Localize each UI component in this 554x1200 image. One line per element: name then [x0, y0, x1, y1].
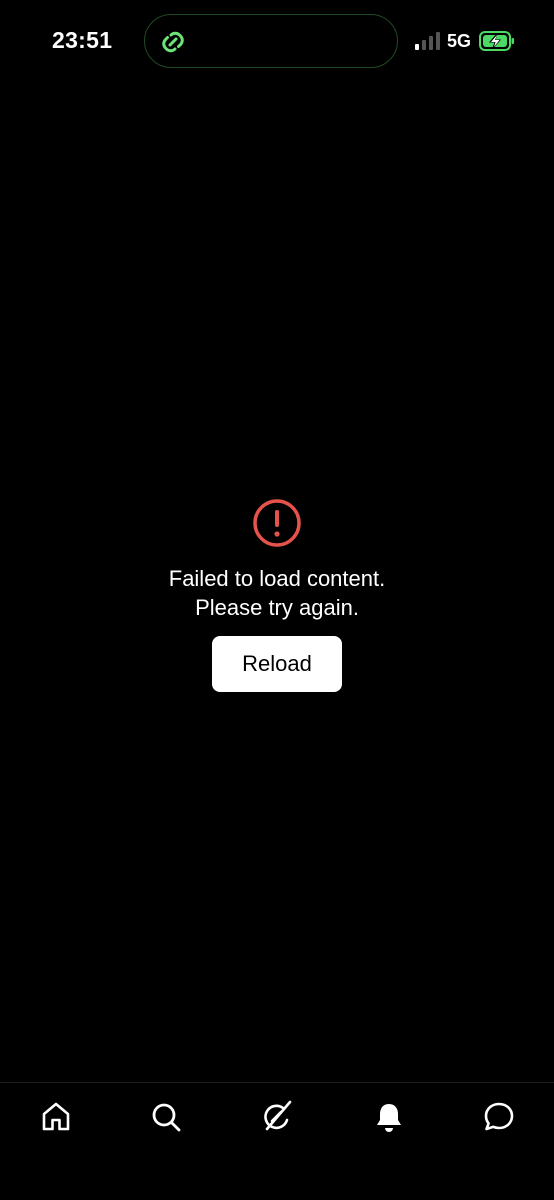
link-icon	[162, 31, 184, 53]
tab-search[interactable]	[148, 1099, 184, 1135]
grok-icon	[264, 1100, 292, 1131]
error-message-line-2: Please try again.	[195, 595, 359, 620]
alert-circle-icon	[253, 499, 301, 547]
chat-bubble-icon	[484, 1102, 514, 1131]
tab-notifications[interactable]	[371, 1099, 407, 1135]
error-message-line-1: Failed to load content.	[168, 566, 386, 591]
cellular-signal-icon	[415, 32, 440, 50]
home-icon	[42, 1102, 70, 1131]
dynamic-island[interactable]	[144, 14, 398, 68]
status-time: 23:51	[52, 27, 113, 53]
battery-charging-icon	[479, 31, 514, 51]
search-icon	[152, 1103, 181, 1132]
tab-home[interactable]	[38, 1099, 74, 1135]
reload-button[interactable]: Reload	[212, 636, 342, 692]
tab-messages[interactable]	[481, 1099, 517, 1135]
network-type: 5G	[447, 31, 472, 51]
tab-grok[interactable]	[259, 1099, 295, 1135]
bottom-tab-bar	[0, 1082, 554, 1200]
bell-icon	[377, 1104, 401, 1132]
